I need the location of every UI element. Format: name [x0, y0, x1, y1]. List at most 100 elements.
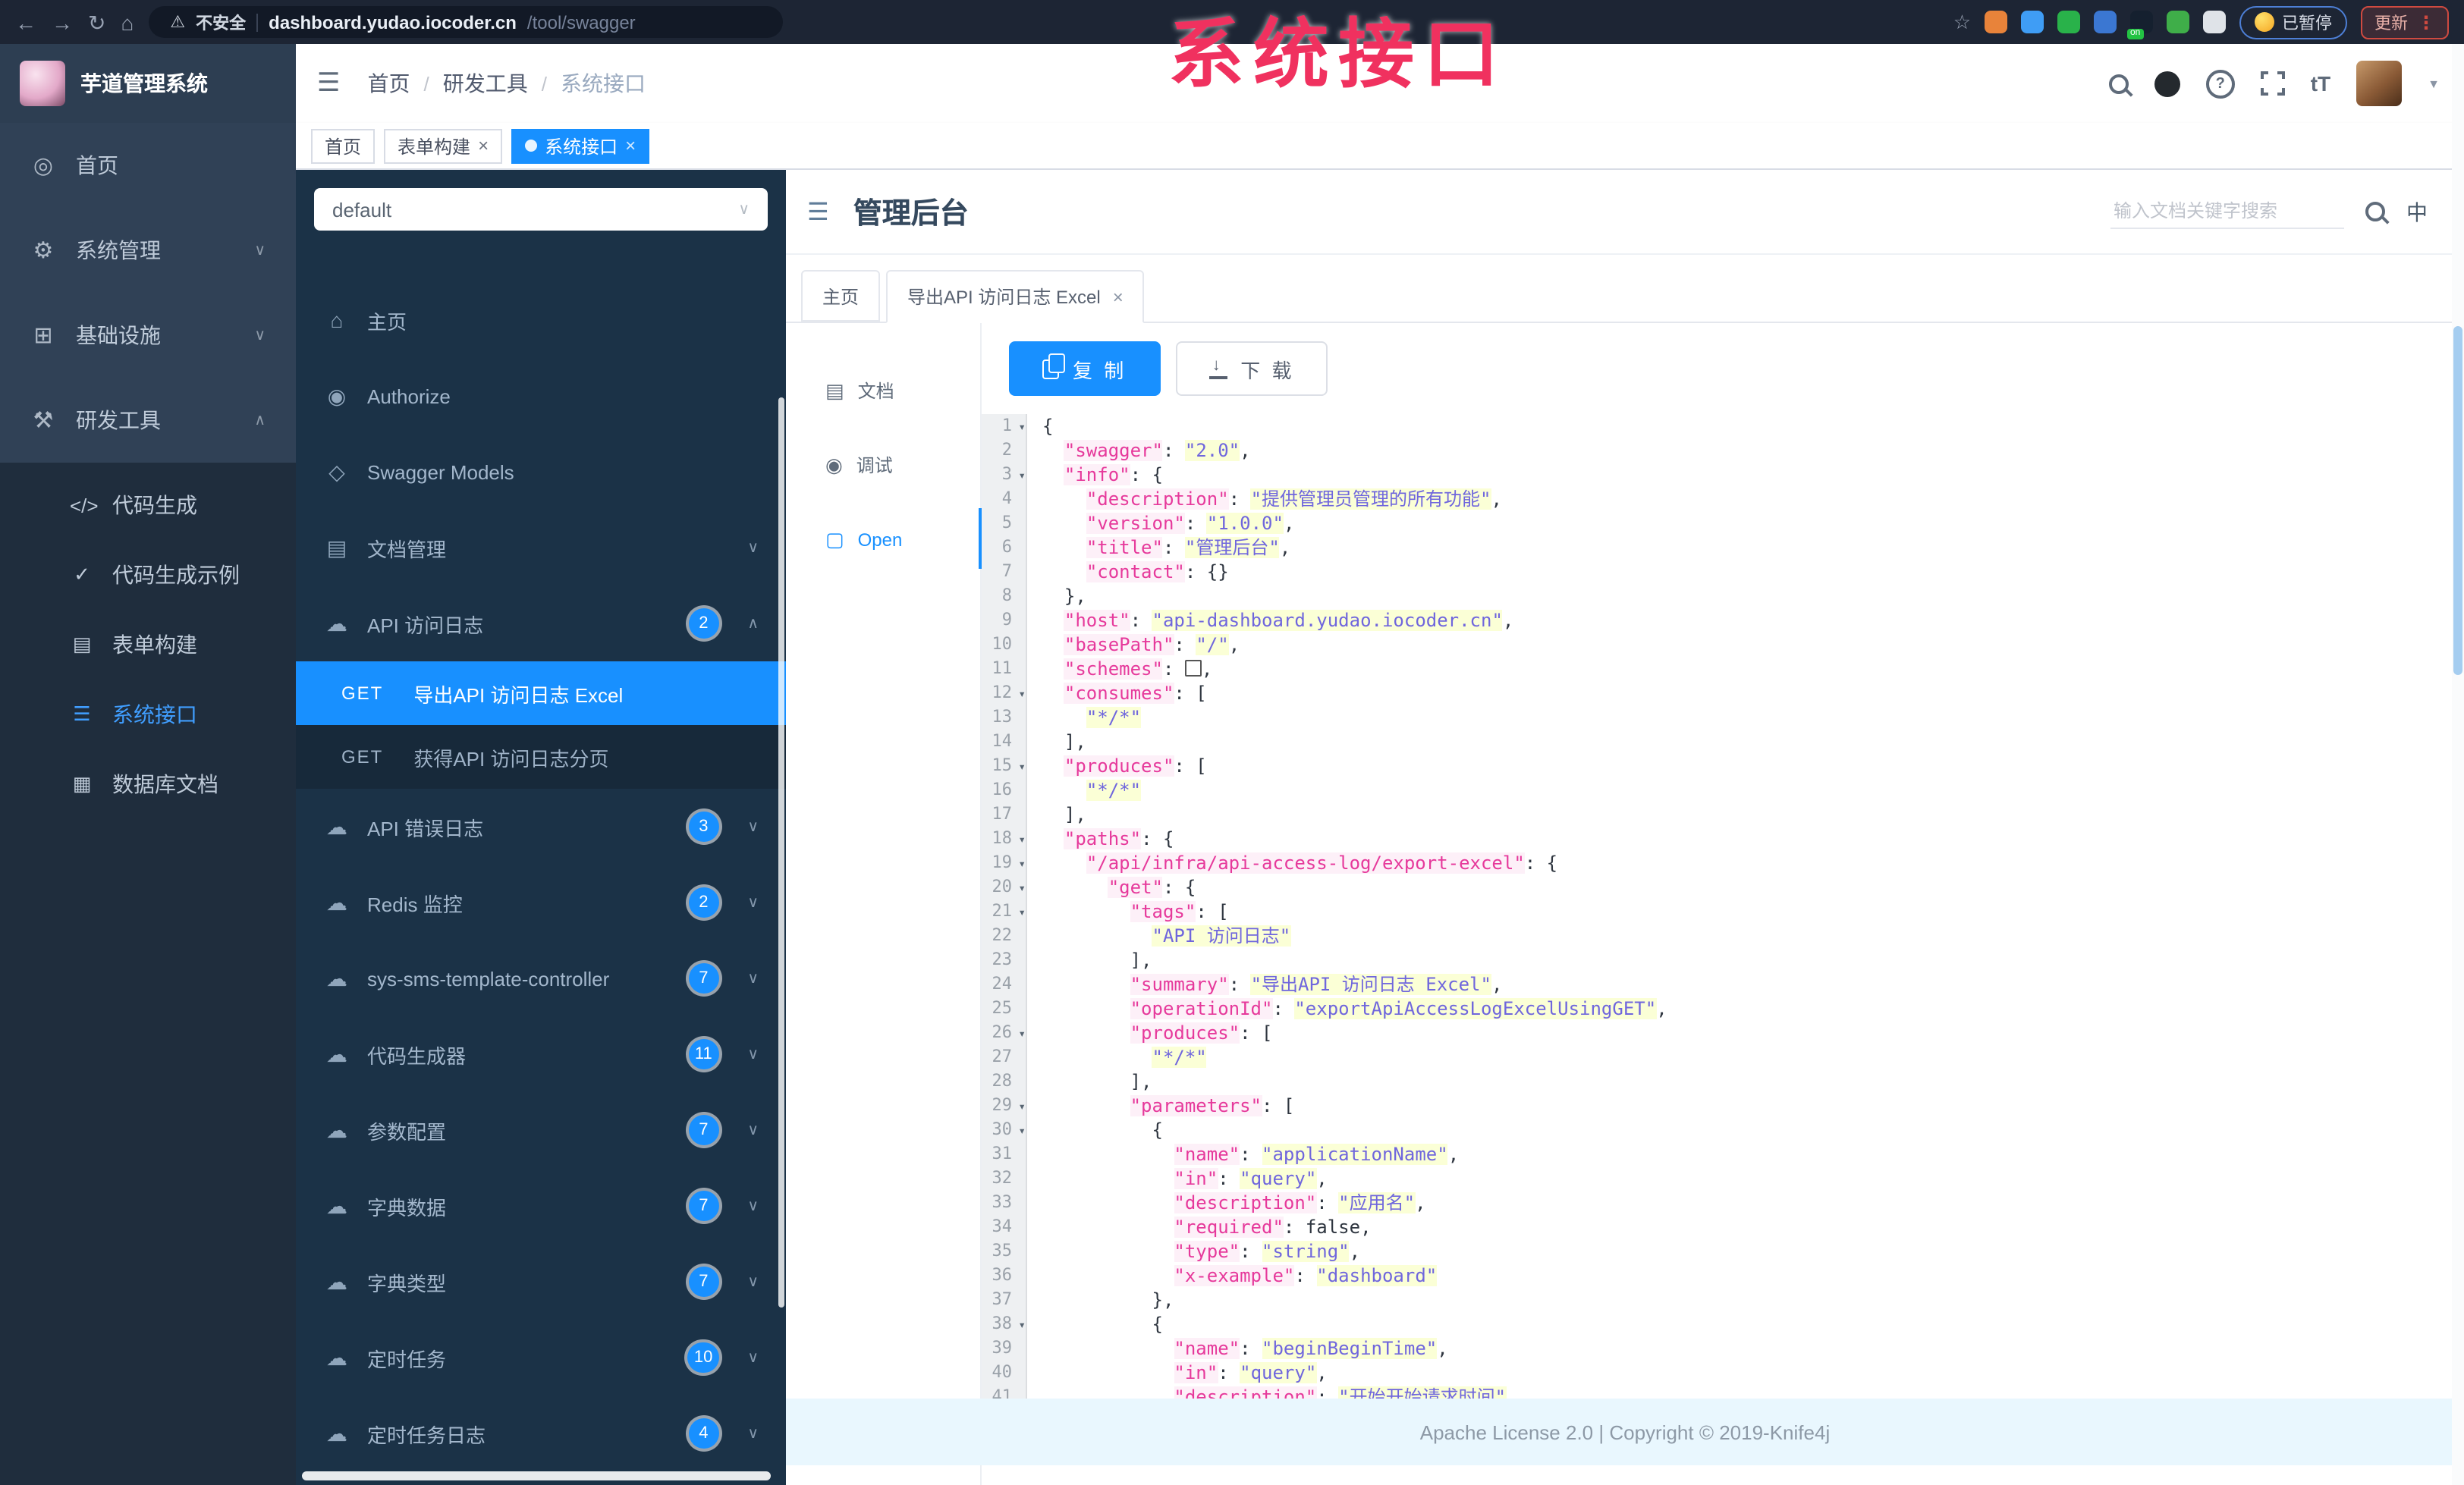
swagger-sidebar-horizontal-scrollbar[interactable]: [302, 1471, 771, 1480]
sidebar-subitem-代码生成[interactable]: </> 代码生成: [0, 470, 296, 540]
fold-arrow-icon[interactable]: ▾: [1018, 877, 1026, 901]
page-scrollbar-thumb[interactable]: [2453, 326, 2462, 675]
sidebar-subitem-数据库文档[interactable]: ▦ 数据库文档: [0, 749, 296, 819]
sidebar-item-基础设施[interactable]: ⊞ 基础设施 ∨: [0, 293, 296, 378]
avatar[interactable]: [2356, 61, 2403, 106]
view-tab-调试[interactable]: ◉ 调试: [786, 428, 980, 502]
swagger-nav-定时任务日志[interactable]: ☁ 定时任务日志 4 ∨: [296, 1396, 786, 1471]
browser-back-icon[interactable]: ←: [15, 11, 36, 33]
extension-onetab-icon[interactable]: on: [2127, 11, 2153, 39]
fold-arrow-icon[interactable]: ▾: [1018, 852, 1026, 877]
fold-arrow-icon[interactable]: ▾: [1018, 464, 1026, 488]
browser-home-icon[interactable]: ⌂: [121, 11, 134, 33]
fold-arrow-icon[interactable]: ▾: [1018, 1095, 1026, 1119]
bookmark-star-icon[interactable]: ☆: [1953, 10, 1971, 34]
breadcrumb-item[interactable]: 研发工具: [443, 68, 528, 99]
sidebar-subitem-系统接口[interactable]: ☰ 系统接口: [0, 680, 296, 749]
extension-puzzle-blue-icon[interactable]: [2094, 11, 2117, 33]
view-tab-文档[interactable]: ▤ 文档: [786, 353, 980, 428]
main-content: ☰ 管理后台 中 主页 导出API 访问日志 Excel × ▤ 文档 ◉ 调试 ▢ Open: [786, 170, 2464, 1485]
swagger-nav-Authorize[interactable]: ◉ Authorize: [296, 358, 786, 434]
paused-extension-pill[interactable]: 已暂停: [2239, 5, 2347, 39]
sidebar-subitem-表单构建[interactable]: ▤ 表单构建: [0, 610, 296, 680]
browser-forward-icon[interactable]: →: [52, 11, 73, 33]
api-operation-获得API 访问日志分页[interactable]: GET 获得API 访问日志分页: [296, 725, 786, 789]
fold-arrow-icon[interactable]: ▾: [1018, 901, 1026, 925]
fold-arrow-icon[interactable]: ▾: [1018, 1119, 1026, 1144]
json-code-editor[interactable]: 1 ▾{2 "swagger": "2.0", 3 ▾ "info": {4 "des…: [982, 414, 2464, 1400]
code-segment: "basePath": [1064, 634, 1174, 655]
breadcrumb-item[interactable]: 首页: [368, 68, 410, 99]
fold-arrow-icon[interactable]: ▾: [1018, 828, 1026, 852]
api-cloud-icon: ☁: [326, 1421, 347, 1445]
api-operation-导出API 访问日志 Excel[interactable]: GET 导出API 访问日志 Excel: [296, 661, 786, 725]
font-size-icon[interactable]: tT: [2311, 71, 2330, 96]
sidebar-subitem-代码生成示例[interactable]: ✓ 代码生成示例: [0, 540, 296, 610]
swagger-nav-字典类型[interactable]: ☁ 字典类型 7 ∨: [296, 1244, 786, 1320]
swagger-nav-定时任务[interactable]: ☁ 定时任务 10 ∨: [296, 1320, 786, 1396]
fold-arrow-icon[interactable]: ▾: [1018, 1314, 1026, 1338]
fold-arrow-icon[interactable]: ▾: [1018, 416, 1026, 440]
browser-menu-icon[interactable]: ⋮: [2417, 11, 2435, 33]
security-label[interactable]: 不安全: [196, 10, 246, 34]
swagger-nav-API 访问日志[interactable]: ☁ API 访问日志 2 ∧: [296, 586, 786, 661]
copy-button[interactable]: 复 制: [1009, 341, 1161, 396]
doc-search-icon[interactable]: [2365, 202, 2385, 221]
swagger-nav-字典数据[interactable]: ☁ 字典数据 7 ∨: [296, 1168, 786, 1244]
swagger-nav-文档管理[interactable]: ▤ 文档管理 ∨: [296, 510, 786, 586]
chevron-down-icon[interactable]: ▼: [2428, 77, 2440, 90]
tab-首页[interactable]: 首页: [311, 128, 376, 163]
fold-arrow-icon[interactable]: ▾: [1018, 683, 1026, 707]
github-icon[interactable]: [2154, 71, 2180, 96]
update-button[interactable]: 更新 ⋮: [2361, 5, 2449, 39]
download-button[interactable]: ↓ 下 载: [1175, 341, 1328, 396]
swagger-nav-代码生成器[interactable]: ☁ 代码生成器 11 ∨: [296, 1016, 786, 1092]
code-segment: {: [1042, 416, 1054, 437]
extension-green-icon[interactable]: [2167, 11, 2189, 33]
tab-表单构建[interactable]: 表单构建 ×: [384, 128, 503, 163]
logo[interactable]: 芋道管理系统: [0, 44, 296, 123]
tab-系统接口[interactable]: 系统接口 ×: [511, 128, 650, 163]
sidebar-item-首页[interactable]: ◎ 首页: [0, 123, 296, 208]
api-group-select[interactable]: default ∨: [314, 188, 768, 231]
browser-reload-icon[interactable]: ↻: [88, 11, 105, 33]
close-icon[interactable]: ×: [1113, 286, 1124, 307]
extension-puzzle-white-icon[interactable]: [2203, 11, 2226, 33]
sidebar-item-研发工具[interactable]: ⚒ 研发工具 ∧: [0, 378, 296, 463]
fold-arrow-icon[interactable]: ▾: [1018, 1022, 1026, 1047]
swagger-nav-Redis 监控[interactable]: ☁ Redis 监控 2 ∨: [296, 865, 786, 940]
swagger-nav-Swagger Models[interactable]: ◇ Swagger Models: [296, 434, 786, 510]
swagger-nav-API 错误日志[interactable]: ☁ API 错误日志 3 ∨: [296, 789, 786, 865]
code-segment: "管理后台": [1184, 537, 1280, 558]
extension-drop-icon[interactable]: [2021, 11, 2044, 33]
doc-tab-主页[interactable]: 主页: [801, 270, 881, 322]
view-tab-Open[interactable]: ▢ Open: [786, 502, 983, 576]
swagger-sidebar-vertical-scrollbar[interactable]: [778, 397, 784, 1308]
code-segment: "summary": [1130, 974, 1229, 995]
page-scrollbar[interactable]: [2452, 44, 2464, 1485]
doc-tab-导出API 访问日志 Excel[interactable]: 导出API 访问日志 Excel ×: [886, 270, 1145, 323]
line-number: 5: [982, 511, 1027, 535]
help-icon[interactable]: ?: [2205, 69, 2235, 98]
swagger-nav-主页[interactable]: ⌂ 主页: [296, 282, 786, 358]
code-segment: ,: [1283, 513, 1295, 534]
hamburger-icon[interactable]: ☰: [317, 68, 341, 99]
fold-arrow-icon[interactable]: ▾: [1018, 755, 1026, 780]
swagger-nav-sys-sms-template-controller[interactable]: ☁ sys-sms-template-controller 7 ∨: [296, 940, 786, 1016]
close-icon[interactable]: ×: [478, 135, 489, 156]
collapse-sidebar-icon[interactable]: ☰: [807, 196, 829, 227]
extension-lighthouse-icon[interactable]: [1985, 11, 2007, 33]
header-search-icon[interactable]: [2108, 74, 2129, 93]
close-icon[interactable]: ×: [625, 135, 636, 156]
swagger-nav-参数配置[interactable]: ☁ 参数配置 7 ∨: [296, 1092, 786, 1168]
language-toggle-icon[interactable]: 中: [2406, 196, 2428, 227]
fullscreen-icon[interactable]: [2258, 70, 2286, 97]
doc-search-input[interactable]: [2110, 194, 2344, 229]
sidebar-item-系统管理[interactable]: ⚙ 系统管理 ∨: [0, 208, 296, 293]
extension-adguard-icon[interactable]: [2057, 11, 2080, 33]
address-bar[interactable]: ⚠ 不安全 dashboard.yudao.iocoder.cn /tool/s…: [149, 6, 784, 38]
